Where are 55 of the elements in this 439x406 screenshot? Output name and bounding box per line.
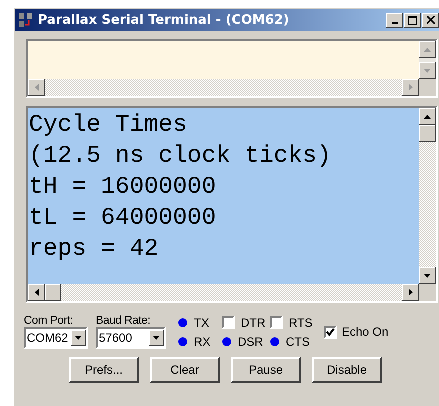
scroll-left-button[interactable] [28, 284, 45, 301]
scroll-down-button[interactable] [419, 62, 436, 79]
left-arrow-icon [34, 84, 38, 91]
echo-label: Echo On [342, 325, 389, 339]
scroll-thumb[interactable] [45, 284, 61, 301]
baud-rate-label: Baud Rate: [96, 315, 152, 327]
close-icon [426, 16, 434, 24]
scroll-up-button[interactable] [419, 108, 436, 125]
terminal-line: tH = 16000000 [29, 173, 218, 203]
up-arrow-icon [424, 48, 431, 52]
com-port-dropdown[interactable]: COM62 [24, 327, 88, 349]
scroll-down-button[interactable] [419, 267, 436, 284]
caret-icon [75, 336, 82, 340]
maximize-button[interactable] [404, 12, 421, 28]
right-arrow-icon [408, 84, 412, 91]
down-arrow-icon [424, 274, 431, 278]
echo-checkbox[interactable] [324, 326, 337, 338]
signal-label: RTS [289, 316, 313, 330]
transmit-field[interactable] [28, 41, 419, 79]
caret-icon [153, 336, 160, 340]
scroll-thumb[interactable] [419, 125, 436, 142]
signal-label: CTS [286, 334, 310, 348]
action-button[interactable]: Disable [312, 357, 382, 383]
connectors-icon [18, 12, 34, 28]
signal-label: RX [194, 334, 211, 348]
signal-label: DSR [238, 334, 264, 348]
terminal-line: tL = 64000000 [29, 204, 218, 234]
terminal-line: Cycle Times [29, 111, 188, 141]
signal-label: DTR [241, 316, 266, 330]
scroll-right-button[interactable] [402, 79, 419, 96]
signal-label: TX [194, 316, 210, 330]
minimize-button[interactable] [386, 12, 403, 28]
scroll-right-button[interactable] [402, 284, 419, 301]
maximize-icon [408, 16, 417, 24]
window-title: Parallax Serial Terminal - (COM62) [38, 12, 290, 28]
action-button[interactable]: Prefs... [69, 357, 139, 383]
up-arrow-icon [424, 114, 431, 118]
terminal-line: reps = 42 [29, 235, 160, 265]
scroll-up-button[interactable] [419, 41, 436, 58]
baud-rate-dropdown[interactable]: 57600 [96, 327, 166, 349]
right-arrow-icon [408, 289, 412, 296]
scroll-left-button[interactable] [28, 79, 45, 96]
com-port-label: Com Port: [24, 315, 74, 327]
terminal-line: (12.5 ns clock ticks) [29, 142, 332, 172]
horizontal-scrollbar[interactable] [28, 79, 419, 96]
vertical-scrollbar[interactable] [419, 41, 436, 79]
signal-checkbox[interactable] [222, 316, 235, 329]
down-arrow-icon [424, 68, 431, 72]
left-arrow-icon [34, 289, 38, 296]
action-button[interactable]: Pause [231, 357, 301, 383]
signal-checkbox[interactable] [270, 316, 283, 329]
vertical-scrollbar[interactable] [419, 108, 436, 284]
action-button[interactable]: Clear [150, 357, 220, 383]
close-button[interactable] [422, 12, 439, 28]
horizontal-scrollbar[interactable] [28, 284, 419, 301]
